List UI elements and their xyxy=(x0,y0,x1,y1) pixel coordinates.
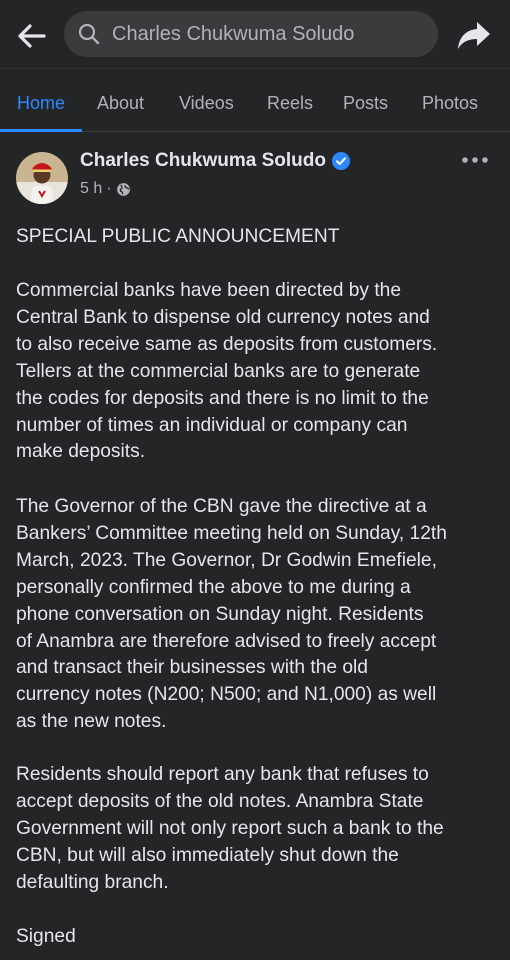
paragraph-line: personally confirmed the above to me dur… xyxy=(16,576,411,598)
paragraph-line: number of times an individual or company… xyxy=(16,414,408,436)
top-bar: Charles Chukwuma Soludo xyxy=(0,0,510,68)
verified-badge-icon xyxy=(331,152,350,170)
paragraph-line: March, 2023. The Governor, Dr Godwin Eme… xyxy=(16,549,437,571)
tab-home[interactable]: Home xyxy=(17,93,65,114)
arrow-left-icon xyxy=(18,24,46,48)
paragraph-line: Central Bank to dispense old currency no… xyxy=(16,306,430,328)
avatar[interactable] xyxy=(16,152,68,204)
post-meta: 5 h · xyxy=(80,180,131,198)
paragraph-line: Residents should report any bank that re… xyxy=(16,764,429,785)
paragraph-line: currency notes (N200; N500; and N1,000) … xyxy=(16,684,437,706)
post-author[interactable]: Charles Chukwuma Soludo xyxy=(80,150,350,172)
back-button[interactable] xyxy=(14,18,50,54)
paragraph-line: accept deposits of the old notes. Anambr… xyxy=(16,790,424,812)
post-paragraph-1: Commercial banks have been directed by t… xyxy=(16,278,500,466)
tab-about[interactable]: About xyxy=(97,93,144,114)
search-query-text: Charles Chukwuma Soludo xyxy=(112,23,355,45)
search-icon xyxy=(78,23,100,45)
paragraph-line: the codes for deposits and there is no l… xyxy=(16,387,429,409)
globe-icon xyxy=(116,182,130,196)
share-icon xyxy=(458,22,490,49)
paragraph-line: to also receive same as deposits from cu… xyxy=(16,333,438,355)
tab-posts[interactable]: Posts xyxy=(343,93,388,114)
post-paragraph-3: Residents should report any bank that re… xyxy=(16,762,500,897)
post-timestamp[interactable]: 5 h xyxy=(80,180,102,198)
post-heading: SPECIAL PUBLIC ANNOUNCEMENT xyxy=(16,224,500,251)
meta-separator: · xyxy=(106,180,112,197)
post-card: Charles Chukwuma Soludo 5 h · SPECIAL PU… xyxy=(0,132,510,960)
tab-photos[interactable]: Photos xyxy=(422,93,478,114)
paragraph-line: Tellers at the commercial banks are to g… xyxy=(16,360,421,382)
paragraph-line: Government will not only report such a b… xyxy=(16,817,444,839)
heading-text: SPECIAL PUBLIC ANNOUNCEMENT xyxy=(16,226,340,247)
tab-videos[interactable]: Videos xyxy=(179,93,234,114)
paragraph-line: Bankers’ Committee meeting held on Sunda… xyxy=(16,522,447,544)
tab-reels[interactable]: Reels xyxy=(267,93,313,114)
signed-text: Signed xyxy=(16,926,76,947)
paragraph-line: as the new notes. xyxy=(16,711,167,733)
profile-tabs: Home About Videos Reels Posts Photos xyxy=(0,68,510,132)
paragraph-line: of Anambra are therefore advised to free… xyxy=(16,630,437,652)
post-signature: Signed xyxy=(16,924,500,951)
share-button[interactable] xyxy=(454,17,494,53)
paragraph-line: CBN, but will also immediately shut down… xyxy=(16,844,399,866)
paragraph-line: phone conversation on Sunday night. Resi… xyxy=(16,603,424,625)
paragraph-line: The Governor of the CBN gave the directi… xyxy=(16,496,427,517)
paragraph-line: and transact their businesses with the o… xyxy=(16,657,368,679)
paragraph-line: defaulting branch. xyxy=(16,871,169,893)
post-paragraph-2: The Governor of the CBN gave the directi… xyxy=(16,494,500,736)
paragraph-line: Commercial banks have been directed by t… xyxy=(16,280,402,301)
author-name[interactable]: Charles Chukwuma Soludo xyxy=(80,150,326,172)
search-input[interactable]: Charles Chukwuma Soludo xyxy=(64,11,438,57)
paragraph-line: make deposits. xyxy=(16,441,146,463)
more-options-icon[interactable] xyxy=(460,150,490,170)
